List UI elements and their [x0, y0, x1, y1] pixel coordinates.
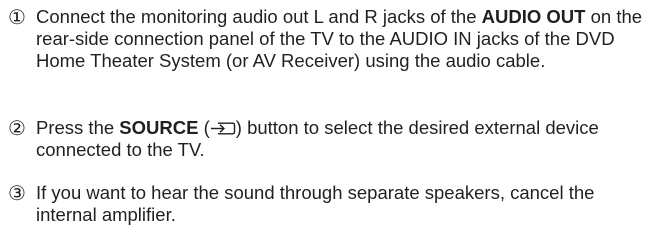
step-2-paren-open: ( [198, 117, 210, 138]
step-number-2: ② [8, 116, 26, 140]
step-1-text: Connect the monitoring audio out L and R… [36, 6, 646, 71]
instruction-step-1: ① Connect the monitoring audio out L and… [6, 6, 646, 71]
instruction-step-3: ③ If you want to hear the sound through … [6, 182, 646, 226]
instruction-step-2: ② Press the SOURCE () button to select t… [6, 117, 646, 161]
source-input-icon [210, 122, 235, 135]
step-3-text-a: If you want to hear the sound through se… [36, 182, 595, 225]
step-number-3: ③ [8, 181, 26, 205]
step-1-text-a: Connect the monitoring audio out L and R… [36, 6, 482, 27]
source-label: SOURCE [119, 117, 199, 138]
step-2-text-a: Press the [36, 117, 120, 138]
instruction-page: ① Connect the monitoring audio out L and… [0, 0, 648, 250]
step-2-text: Press the SOURCE () button to select the… [36, 117, 646, 161]
audio-out-label: AUDIO OUT [481, 6, 586, 27]
step-number-1: ① [8, 5, 26, 29]
step-3-text: If you want to hear the sound through se… [36, 182, 646, 226]
